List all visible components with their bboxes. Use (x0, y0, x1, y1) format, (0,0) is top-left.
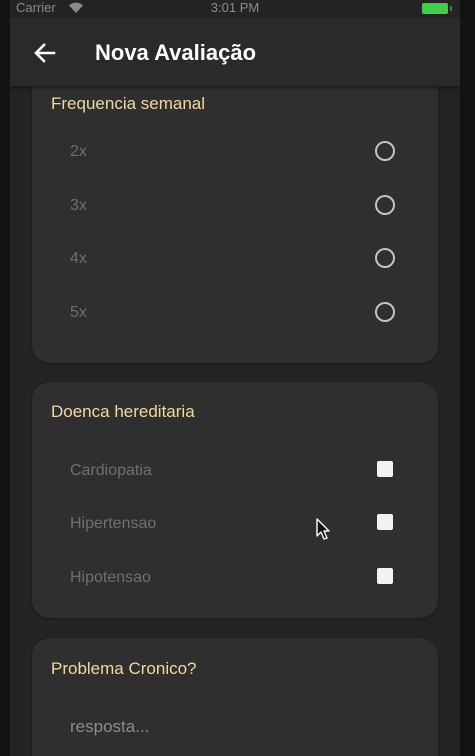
answer-input[interactable] (70, 713, 390, 741)
app-bar: Nova Avaliação (10, 18, 460, 86)
radio-button[interactable] (375, 195, 395, 215)
chronic-title: Problema Cronico? (51, 659, 197, 678)
option-label: 2x (70, 143, 87, 160)
status-bar: Carrier 3:01 PM (10, 0, 460, 18)
frequency-card: Frequencia semanal 2x 3x 4x 5x (32, 66, 438, 363)
back-button[interactable] (30, 38, 60, 68)
option-label: 4x (70, 250, 87, 267)
option-label: Cardiopatia (70, 462, 152, 479)
checkbox-option-cardiopatia[interactable]: Cardiopatia (32, 446, 438, 496)
hereditary-title: Doenca hereditaria (51, 402, 195, 421)
option-label: Hipertensao (70, 515, 157, 532)
radio-option-5x[interactable]: 5x (32, 288, 438, 338)
mouse-cursor-icon (316, 518, 330, 540)
option-label: 5x (70, 304, 87, 321)
frequency-title: Frequencia semanal (51, 94, 206, 113)
battery-icon (422, 3, 452, 14)
chronic-card: Problema Cronico? (32, 638, 438, 756)
phone-screen: Carrier 3:01 PM Nova Avaliação Frequenci… (10, 0, 460, 756)
radio-button[interactable] (375, 248, 395, 268)
radio-option-4x[interactable]: 4x (32, 234, 438, 284)
checkbox-option-hipertensao[interactable]: Hipertensao (32, 499, 438, 549)
checkbox[interactable] (377, 461, 393, 477)
radio-button[interactable] (375, 302, 395, 322)
form-content[interactable]: Frequencia semanal 2x 3x 4x 5x Doenca he… (10, 66, 460, 756)
hereditary-card: Doenca hereditaria Cardiopatia Hipertens… (32, 382, 438, 618)
option-label: Hipotensao (70, 569, 151, 586)
checkbox[interactable] (377, 514, 393, 530)
radio-option-2x[interactable]: 2x (32, 127, 438, 177)
arrow-left-icon (34, 43, 56, 63)
status-time: 3:01 PM (210, 0, 260, 15)
option-label: 3x (70, 197, 87, 214)
page-title: Nova Avaliação (95, 40, 257, 65)
radio-option-3x[interactable]: 3x (32, 181, 438, 231)
checkbox[interactable] (377, 568, 393, 584)
checkbox-option-hipotensao[interactable]: Hipotensao (32, 553, 438, 603)
radio-button[interactable] (375, 141, 395, 161)
